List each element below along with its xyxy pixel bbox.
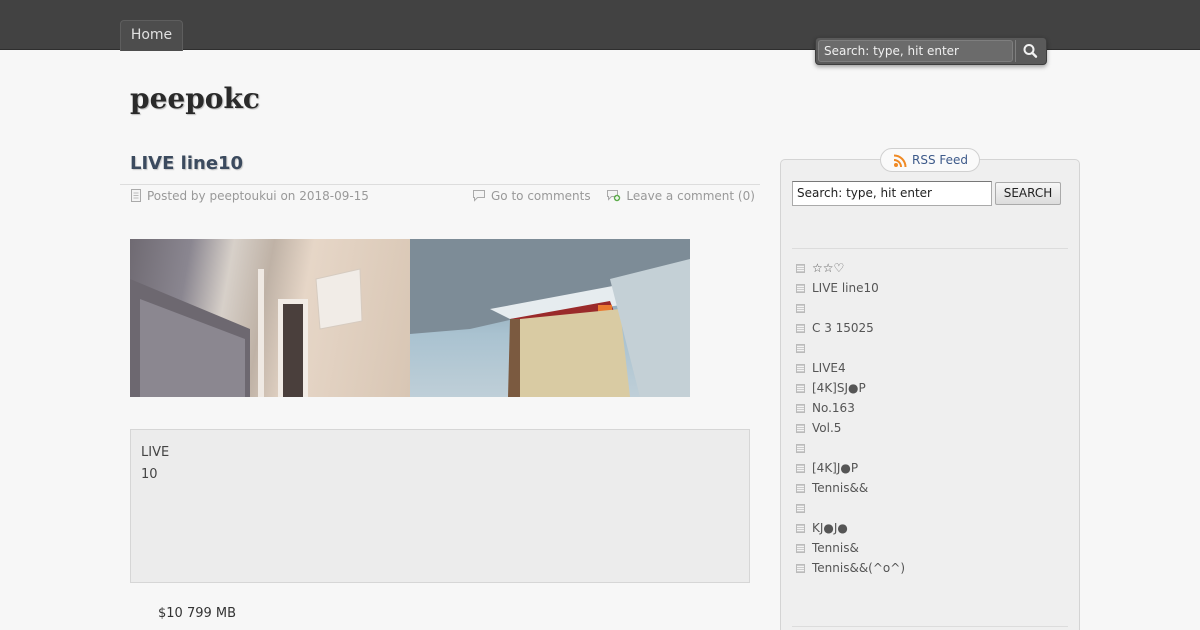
sidebar-post-list: ☆☆♡ LIVE line10 C 3 15025 LIVE4 [4K]SJ●P…: [796, 258, 1066, 578]
sidebar-search-input[interactable]: Search: type, hit enter: [792, 181, 992, 206]
sidebar-search-button[interactable]: SEARCH: [995, 182, 1061, 205]
rss-feed-link[interactable]: RSS Feed: [880, 148, 980, 172]
excerpt-line: 10: [141, 467, 158, 482]
post-title[interactable]: LIVE line10: [130, 153, 243, 174]
file-size-text: $10 799 MB: [158, 606, 237, 621]
document-icon: [130, 189, 142, 207]
sidebar-list-item[interactable]: Tennis&&: [796, 478, 1066, 498]
sidebar-list-item[interactable]: [796, 438, 1066, 458]
sidebar-divider: [792, 248, 1068, 249]
sidebar-list-item[interactable]: [796, 298, 1066, 318]
rss-icon: [893, 153, 907, 175]
sidebar-list-item[interactable]: C 3 15025: [796, 318, 1066, 338]
nav-tab-home[interactable]: Home: [120, 20, 183, 51]
sidebar-list-item[interactable]: [796, 338, 1066, 358]
sidebar-divider: [792, 626, 1068, 627]
sidebar-list-item[interactable]: LIVE4: [796, 358, 1066, 378]
site-title[interactable]: peepokc: [130, 82, 260, 115]
post-image-right[interactable]: [410, 239, 690, 397]
header-search-button[interactable]: [1015, 40, 1044, 62]
sidebar-list-item[interactable]: LIVE line10: [796, 278, 1066, 298]
post-comment-links: Go to comments Leave a comment (0): [472, 187, 755, 207]
sidebar-list-item[interactable]: Vol.5: [796, 418, 1066, 438]
header-search-box: Search: type, hit enter: [815, 37, 1047, 65]
sidebar-list-item[interactable]: [4K]SJ●P: [796, 378, 1066, 398]
search-icon: [1023, 44, 1038, 58]
sidebar-list-item[interactable]: Tennis&&(^o^): [796, 558, 1066, 578]
sidebar-list-item[interactable]: KJ●J●: [796, 518, 1066, 538]
rss-feed-label: RSS Feed: [912, 153, 969, 167]
sidebar-list-item[interactable]: No.163: [796, 398, 1066, 418]
sidebar-list-item[interactable]: [796, 498, 1066, 518]
go-to-comments-link[interactable]: Go to comments: [491, 189, 591, 203]
leave-comment-link[interactable]: Leave a comment (0): [626, 189, 755, 203]
post-meta: Posted by peeptoukui on 2018-09-15: [130, 187, 369, 207]
post-meta-text: Posted by peeptoukui on 2018-09-15: [147, 189, 369, 203]
sidebar-list-item[interactable]: [4K]J●P: [796, 458, 1066, 478]
comment-icon: [472, 189, 486, 207]
sidebar-list-item[interactable]: ☆☆♡: [796, 258, 1066, 278]
header-search-input[interactable]: Search: type, hit enter: [818, 40, 1013, 62]
post-excerpt: LIVE 10: [130, 429, 750, 583]
sidebar-list-item[interactable]: Tennis&: [796, 538, 1066, 558]
post-image-left[interactable]: [130, 239, 410, 397]
comment-add-icon: [606, 189, 621, 207]
post-divider: [120, 184, 760, 185]
excerpt-line: LIVE: [141, 445, 170, 460]
